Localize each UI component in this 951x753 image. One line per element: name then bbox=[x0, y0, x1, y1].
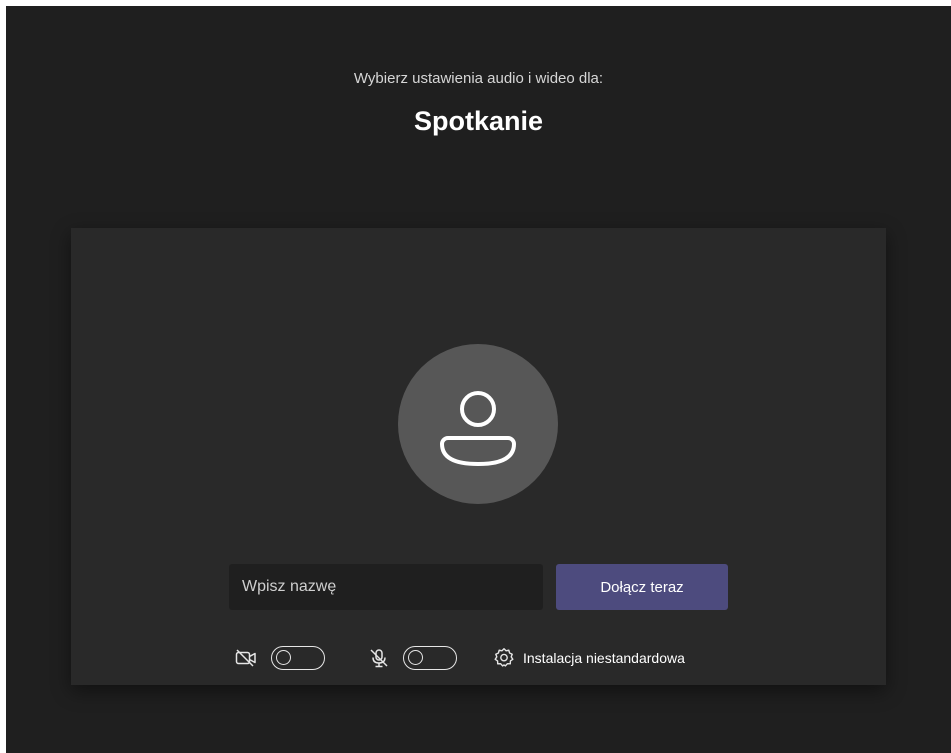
camera-toggle[interactable] bbox=[271, 646, 325, 670]
custom-setup-label: Instalacja niestandardowa bbox=[523, 650, 685, 666]
mic-off-icon[interactable] bbox=[369, 648, 389, 668]
prejoin-subtitle: Wybierz ustawienia audio i wideo dla: bbox=[353, 70, 604, 87]
mic-toggle[interactable] bbox=[403, 646, 457, 670]
mic-toggle-knob bbox=[408, 650, 423, 665]
custom-setup-link[interactable]: Instalacja niestandardowa bbox=[493, 646, 685, 670]
person-icon bbox=[440, 391, 516, 466]
prejoin-screen: Wybierz ustawienia audio i wideo dla: Sp… bbox=[6, 6, 951, 753]
preview-panel: Dołącz teraz Instalacja niest bbox=[71, 228, 886, 685]
meeting-title: Spotkanie bbox=[413, 106, 544, 136]
gear-icon bbox=[494, 648, 514, 667]
camera-off-icon[interactable] bbox=[235, 648, 257, 668]
join-now-button[interactable]: Dołącz teraz bbox=[556, 564, 728, 610]
camera-toggle-knob bbox=[276, 650, 291, 665]
avatar bbox=[398, 344, 558, 504]
name-input[interactable] bbox=[229, 564, 543, 610]
